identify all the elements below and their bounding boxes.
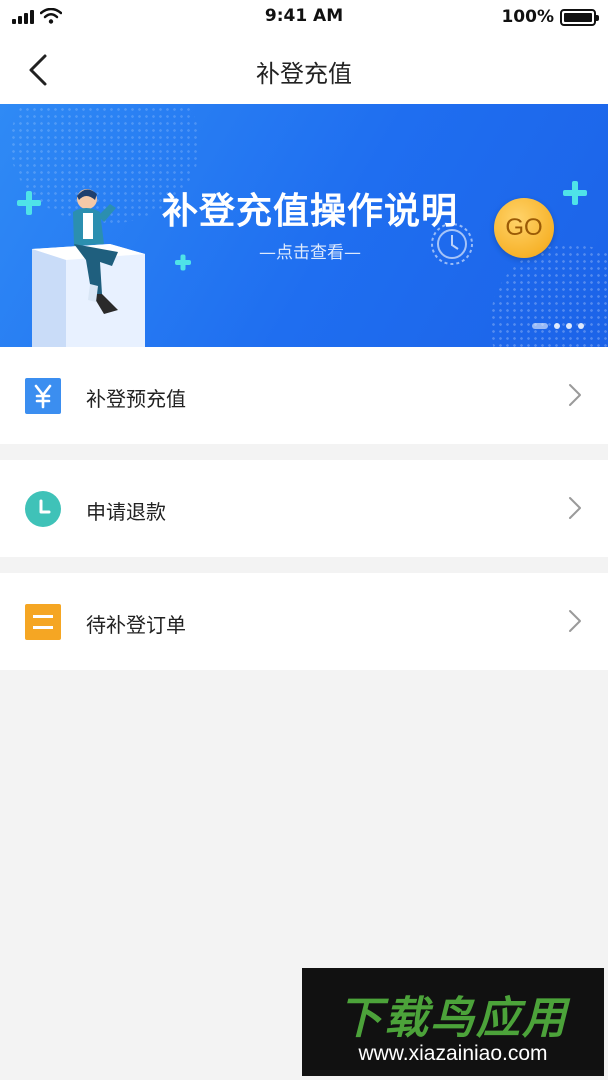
status-right: 100%: [501, 7, 599, 27]
watermark-url: www.xiazainiao.com: [358, 1042, 548, 1065]
menu-item-pending-orders[interactable]: 待补登订单: [0, 573, 608, 670]
status-bar: 9:41 AM 100%: [0, 0, 608, 36]
battery-percent: 100%: [501, 7, 554, 27]
battery-icon: [560, 8, 599, 26]
watermark-title: 下载鸟应用: [338, 993, 568, 1044]
chevron-right-icon: [569, 610, 581, 632]
pager-dot[interactable]: [532, 323, 548, 329]
watermark: 下载鸟应用 www.xiazainiao.com: [302, 968, 604, 1076]
pager-dot[interactable]: [566, 323, 572, 329]
list-icon: [25, 604, 61, 640]
menu-item-label: 申请退款: [86, 500, 166, 524]
menu-item-label: 待补登订单: [86, 613, 186, 637]
banner-subtitle: —点击查看—: [259, 243, 361, 263]
menu-item-label: 补登预充值: [86, 387, 186, 411]
page-title: 补登充值: [256, 60, 352, 88]
pager-dot[interactable]: [578, 323, 584, 329]
go-button[interactable]: GO: [494, 198, 554, 258]
banner-pager: [532, 323, 584, 329]
clock-icon: [25, 491, 61, 527]
nav-bar: 补登充值: [0, 36, 608, 104]
menu-item-prepaid-recharge[interactable]: 补登预充值: [0, 347, 608, 444]
chevron-right-icon: [569, 384, 581, 406]
pager-dot[interactable]: [554, 323, 560, 329]
menu-item-refund[interactable]: 申请退款: [0, 460, 608, 557]
chevron-right-icon: [569, 497, 581, 519]
yen-icon: [25, 378, 61, 414]
promo-banner[interactable]: 补登充值操作说明 —点击查看— GO: [0, 104, 608, 347]
banner-title: 补登充值操作说明: [161, 191, 458, 232]
